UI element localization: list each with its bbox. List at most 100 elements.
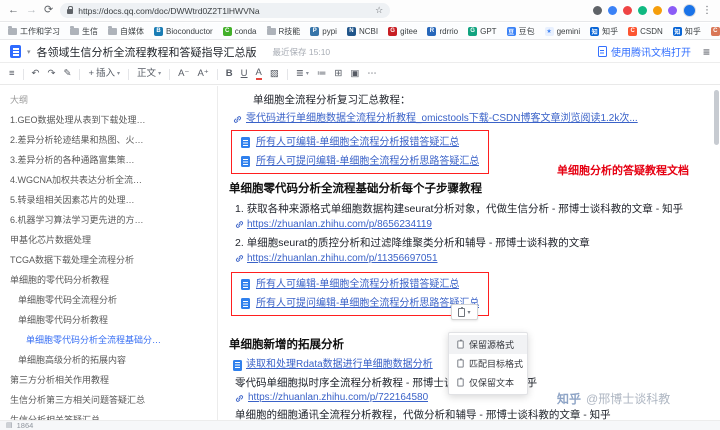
underline-button[interactable]: U bbox=[241, 69, 248, 79]
toolbar-separator bbox=[286, 68, 288, 80]
profile-avatar[interactable] bbox=[683, 4, 696, 17]
paste-option-item[interactable]: 仅保留文本 bbox=[449, 373, 527, 392]
bookmark-item[interactable]: R rdrrio bbox=[427, 26, 458, 36]
bookmark-label: 生信 bbox=[82, 26, 98, 36]
redo-button[interactable]: ↷ bbox=[48, 69, 56, 79]
toolbar-button-icon: ≣ bbox=[295, 68, 304, 80]
outline-item[interactable]: TCGA数据下载处理全流程分析 bbox=[0, 250, 217, 270]
qa-doc-link[interactable]: 所有人可编辑-单细胞全流程分析报错答疑汇总 bbox=[241, 135, 479, 150]
qa-doc-link[interactable]: 所有人可编辑-单细胞全流程分析报错答疑汇总 bbox=[241, 277, 479, 292]
paste-options-button[interactable]: ▾ bbox=[451, 304, 478, 320]
toolbar-button-icon: ≡ bbox=[9, 68, 15, 80]
doc-icon bbox=[241, 137, 250, 148]
paste-option-label: 保留源格式 bbox=[469, 340, 515, 350]
open-in-app-button[interactable]: 使用腾讯文档打开 bbox=[597, 44, 691, 59]
decrease-font-button[interactable]: A⁻ bbox=[178, 69, 189, 79]
highlight-button[interactable]: ▨ bbox=[270, 69, 279, 79]
forward-icon[interactable]: → bbox=[26, 5, 37, 16]
csdn-tutorial-link[interactable]: 零代码进行单细胞数据全流程分析教程_omicstools下载-CSDN博客文章浏… bbox=[233, 112, 706, 126]
chevron-down-icon[interactable]: ▾ bbox=[27, 48, 31, 56]
bookmark-item[interactable]: 生信 bbox=[70, 25, 98, 37]
extension-icon[interactable] bbox=[623, 6, 632, 15]
image-button[interactable]: ▣ bbox=[350, 69, 359, 79]
toolbar-button-icon: A⁻ bbox=[178, 68, 190, 80]
outline-item[interactable]: 甲基化芯片数据处理 bbox=[0, 230, 217, 250]
bookmark-item[interactable]: 工作和学习 bbox=[8, 25, 60, 37]
tencent-docs-logo-icon[interactable] bbox=[10, 45, 21, 58]
toolbar-button-icon: ⊞ bbox=[334, 68, 343, 80]
outline-item[interactable]: 1.GEO数据处理从表到下载处理… bbox=[0, 110, 217, 130]
bookmark-item[interactable]: B Bioconductor bbox=[154, 26, 213, 36]
outline-toggle-button[interactable]: ≡ bbox=[9, 69, 15, 79]
paste-option-item[interactable]: 保留源格式 bbox=[449, 335, 527, 354]
outline-item[interactable]: 单细胞高级分析的拓展内容 bbox=[0, 350, 217, 370]
format-painter-button[interactable]: ✎ bbox=[63, 69, 71, 79]
bookmark-item[interactable]: 自媒体 bbox=[108, 25, 144, 37]
extension-icon[interactable] bbox=[593, 6, 602, 15]
align-button[interactable]: ≣ ▾ bbox=[296, 69, 309, 79]
extension-icon[interactable] bbox=[653, 6, 662, 15]
extension-icon[interactable] bbox=[638, 6, 647, 15]
doc-menu-icon[interactable]: ≡ bbox=[703, 45, 710, 59]
outline-item[interactable]: 2.差异分析轮迹结果和热图、火… bbox=[0, 130, 217, 150]
zhihu-article-link[interactable]: https://zhuanlan.zhihu.com/p/11356697051 bbox=[235, 251, 438, 266]
bookmarks-bar: 工作和学习 生信 自媒体 B Bioconductor C conda R技能 … bbox=[0, 23, 720, 40]
bookmark-item[interactable]: P pypi bbox=[310, 26, 337, 36]
bookmark-item[interactable]: C Claude bbox=[710, 26, 720, 36]
paste-options-menu: 保留源格式 匹配目标格式 仅保留文本 bbox=[448, 332, 528, 395]
bookmark-item[interactable]: G GPT bbox=[468, 26, 497, 36]
toolbar-separator bbox=[128, 68, 130, 80]
outline-item[interactable]: 3.差异分析的各种通路富集策… bbox=[0, 150, 217, 170]
increase-font-button[interactable]: A⁺ bbox=[197, 69, 208, 79]
outline-item[interactable]: 单细胞的零代码分析教程 bbox=[0, 270, 217, 290]
extension-icon[interactable] bbox=[668, 6, 677, 15]
rdata-link-text: 读取和处理Rdata数据进行单细胞数据分析 bbox=[246, 359, 433, 370]
bookmark-item[interactable]: C conda bbox=[222, 26, 257, 36]
bookmark-item[interactable]: R技能 bbox=[266, 25, 300, 37]
url-field[interactable]: https://docs.qq.com/doc/DWWtrd0Z2T1lHWVN… bbox=[60, 3, 391, 18]
table-button[interactable]: ⊞ bbox=[334, 69, 342, 79]
outline-item[interactable]: 单细胞零代码分析全流程基础分… bbox=[0, 330, 217, 350]
outline-item[interactable]: 5.转录组相关因素芯片的处理… bbox=[0, 190, 217, 210]
qa-link-text: 所有人可编辑-单细胞全流程分析报错答疑汇总 bbox=[256, 137, 460, 148]
open-in-app-label: 使用腾讯文档打开 bbox=[610, 48, 691, 59]
paste-option-item[interactable]: 匹配目标格式 bbox=[449, 354, 527, 373]
bookmark-item[interactable]: ★ gemini bbox=[544, 26, 580, 36]
outline-item[interactable]: 第三方分析相关作用教程 bbox=[0, 370, 217, 390]
outline-item[interactable]: 单细胞零代码全流程分析 bbox=[0, 290, 217, 310]
toolbar-button-icon: ↶ bbox=[31, 68, 40, 80]
scrollbar-thumb[interactable] bbox=[714, 90, 719, 145]
zhihu-link-text: https://zhuanlan.zhihu.com/p/8656234119 bbox=[247, 219, 432, 230]
undo-button[interactable]: ↶ bbox=[32, 69, 40, 79]
font-color-button[interactable]: A bbox=[255, 68, 262, 81]
step-text: 单细胞seurat的质控分析和过滤降维聚类分析和辅导 - 邢博士谈科教的文章 bbox=[246, 237, 590, 249]
bold-button[interactable]: B bbox=[226, 69, 233, 79]
paragraph-style-select[interactable]: 正文 ▾ bbox=[137, 69, 161, 79]
qa-doc-link[interactable]: 所有人可提问编辑-单细胞全流程分析思路答疑汇总 bbox=[241, 296, 479, 311]
bookmark-item[interactable]: 豆 豆包 bbox=[506, 26, 535, 37]
bookmark-item[interactable]: N NCBI bbox=[346, 26, 378, 36]
extension-icon[interactable] bbox=[608, 6, 617, 15]
qa-doc-link[interactable]: 所有人可提问编辑-单细胞全流程分析思路答疑汇总 bbox=[241, 154, 479, 169]
bookmark-item[interactable]: 知 知乎 bbox=[672, 26, 701, 37]
back-icon[interactable]: ← bbox=[8, 5, 19, 16]
insert-button[interactable]: + 插入 ▾ bbox=[88, 69, 120, 79]
qa-link-text: 所有人可提问编辑-单细胞全流程分析思路答疑汇总 bbox=[256, 298, 480, 309]
bullet-list-button[interactable]: ≔ bbox=[317, 69, 327, 79]
browser-menu-icon[interactable]: ⋮ bbox=[702, 5, 712, 16]
bookmark-item[interactable]: G gitee bbox=[388, 26, 417, 36]
outline-item[interactable]: 4.WGCNA加权共表达分析全流… bbox=[0, 170, 217, 190]
outline-item[interactable]: 生信分析第三方相关问题答疑汇总 bbox=[0, 390, 217, 410]
chevron-down-icon: ▾ bbox=[305, 71, 309, 77]
outline-item[interactable]: 6.机器学习算法学习更先进的方… bbox=[0, 210, 217, 230]
bookmark-item[interactable]: C CSDN bbox=[628, 26, 663, 36]
site-favicon: 知 bbox=[672, 26, 682, 36]
refresh-icon[interactable]: ⟳ bbox=[44, 5, 53, 16]
zhihu-article-link[interactable]: https://zhuanlan.zhihu.com/p/8656234119 bbox=[235, 217, 432, 232]
more-button[interactable]: ⋯ bbox=[367, 69, 377, 79]
bookmark-item[interactable]: 知 知乎 bbox=[590, 26, 618, 37]
outline-item[interactable]: 单细胞零代码分析教程 bbox=[0, 310, 217, 330]
intro-text: 单细胞全流程分析复习汇总教程： bbox=[253, 94, 411, 106]
bookmark-star-icon[interactable]: ☆ bbox=[375, 5, 383, 16]
author-handle: @邢博士谈科教 bbox=[586, 392, 671, 406]
